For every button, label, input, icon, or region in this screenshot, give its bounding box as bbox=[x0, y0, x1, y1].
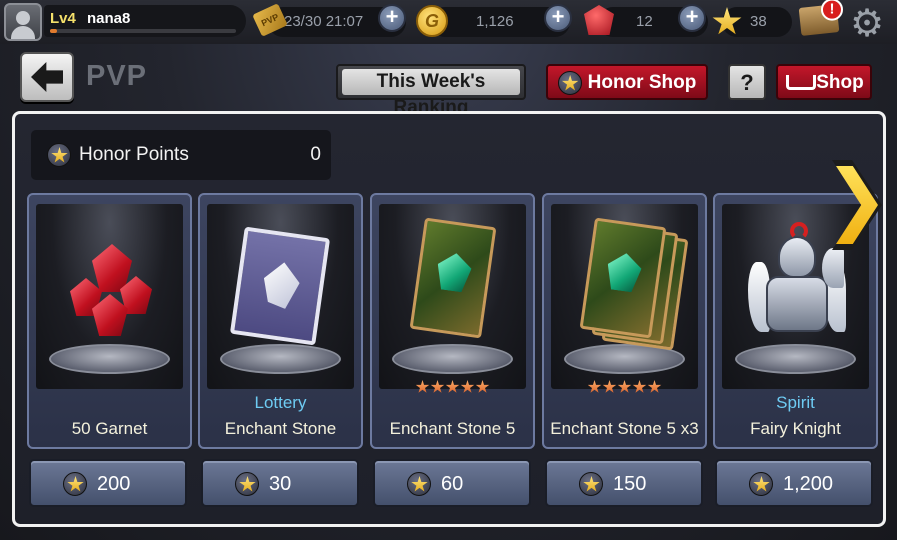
player-name: nana8 bbox=[87, 10, 131, 27]
mail-alert-badge: ! bbox=[820, 0, 843, 21]
fairy-knight-icon bbox=[748, 222, 846, 352]
honor-points-value: 0 bbox=[310, 144, 321, 165]
item-price: 30 bbox=[269, 473, 292, 495]
pvp-ticket-value: 23/30 21:07 bbox=[284, 13, 364, 30]
honor-shop-label: Honor Shop bbox=[587, 72, 697, 93]
item-subtitle: Spirit bbox=[776, 393, 815, 412]
item-name: Enchant Stone bbox=[224, 419, 337, 438]
item-display bbox=[207, 204, 354, 389]
item-name: Fairy Knight bbox=[750, 419, 841, 438]
buy-button[interactable]: 200 bbox=[29, 459, 187, 507]
help-button[interactable]: ? bbox=[728, 64, 766, 100]
item-display bbox=[551, 204, 698, 393]
buy-button[interactable]: 1,200 bbox=[715, 459, 873, 507]
weekly-ranking-button[interactable]: This Week's Ranking bbox=[336, 64, 526, 118]
star-value: 38 bbox=[750, 13, 767, 30]
honor-star-icon bbox=[749, 472, 773, 496]
item-name: 50 Garnet bbox=[71, 419, 148, 438]
item-name: Enchant Stone 5 x3 bbox=[550, 419, 699, 438]
add-gold-button[interactable]: + bbox=[544, 4, 572, 32]
back-arrow-icon bbox=[31, 62, 63, 92]
honor-points-label: Honor Points bbox=[79, 144, 189, 165]
honor-star-icon bbox=[63, 472, 87, 496]
rarity-stars bbox=[551, 380, 698, 398]
honor-star-icon bbox=[579, 472, 603, 496]
honor-points-box: Honor Points 0 bbox=[31, 130, 331, 180]
gold-value: 1,126 bbox=[476, 13, 514, 30]
item-subtitle: Lottery bbox=[254, 393, 307, 412]
mail-icon[interactable]: ! bbox=[798, 0, 843, 36]
shop-button[interactable]: Shop bbox=[776, 64, 872, 100]
item-name: Enchant Stone 5 bbox=[389, 419, 516, 438]
honor-star-icon bbox=[407, 472, 431, 496]
player-info: Lv4 nana8 bbox=[44, 5, 246, 37]
weekly-ranking-label: This Week's Ranking bbox=[342, 69, 520, 118]
item-display bbox=[379, 204, 526, 393]
player-level: Lv4 bbox=[50, 10, 76, 27]
xp-bar bbox=[50, 29, 236, 33]
shop-item-card[interactable]: Enchant Stone 5 x3 bbox=[542, 193, 707, 449]
rarity-stars bbox=[379, 380, 526, 398]
honor-star-icon bbox=[235, 472, 259, 496]
add-garnet-button[interactable]: + bbox=[678, 4, 706, 32]
buy-button[interactable]: 30 bbox=[201, 459, 359, 507]
item-price: 1,200 bbox=[783, 473, 834, 495]
buy-button[interactable]: 60 bbox=[373, 459, 531, 507]
enchant-card-icon bbox=[409, 217, 497, 339]
add-ticket-button[interactable]: + bbox=[378, 4, 406, 32]
honor-star-icon bbox=[557, 70, 582, 95]
shop-label: Shop bbox=[816, 72, 864, 93]
shop-item-card[interactable]: 50 Garnet bbox=[27, 193, 192, 449]
cart-icon bbox=[784, 73, 817, 93]
avatar[interactable] bbox=[4, 3, 42, 41]
item-price: 150 bbox=[613, 473, 647, 495]
back-button[interactable] bbox=[20, 52, 74, 102]
honor-star-icon bbox=[47, 143, 71, 167]
page-title: PVP bbox=[86, 60, 148, 92]
honor-shop-panel: Honor Points 0 50 Garnet Lottery Enchant… bbox=[12, 111, 886, 527]
shop-item-card[interactable]: Enchant Stone 5 bbox=[370, 193, 535, 449]
top-status-bar: Lv4 nana8 23/30 21:07 PVP + 1,126 G + 12… bbox=[0, 0, 897, 44]
shop-item-card[interactable]: Lottery Enchant Stone bbox=[198, 193, 363, 449]
gold-icon: G bbox=[416, 5, 448, 37]
item-display bbox=[36, 204, 183, 389]
honor-shop-button[interactable]: Honor Shop bbox=[546, 64, 708, 100]
lottery-scroll-icon bbox=[229, 226, 331, 346]
buy-button[interactable]: 150 bbox=[545, 459, 703, 507]
gear-icon[interactable]: ⚙ bbox=[848, 5, 886, 43]
garnet-cluster-icon bbox=[66, 244, 156, 344]
item-price: 200 bbox=[97, 473, 131, 495]
garnet-value: 12 bbox=[636, 13, 653, 30]
item-price: 60 bbox=[441, 473, 464, 495]
